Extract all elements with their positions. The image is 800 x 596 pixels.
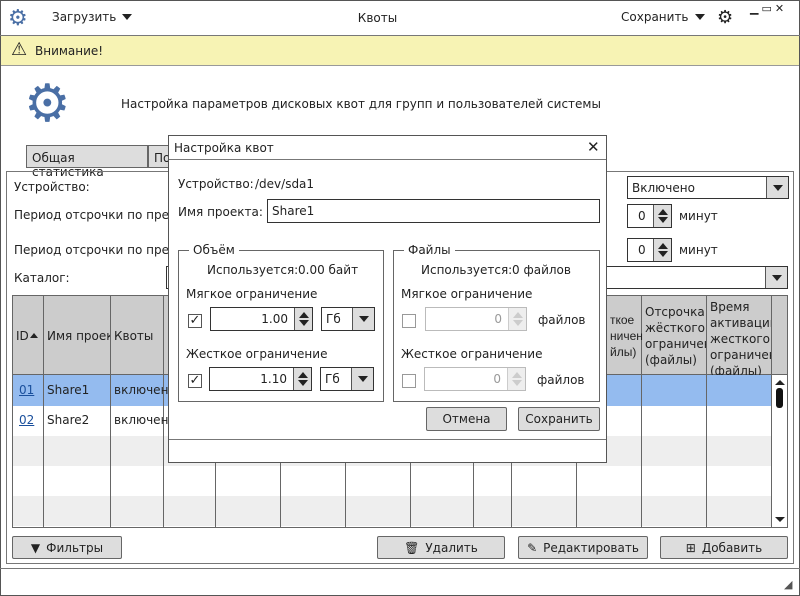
save-label: Сохранить — [621, 10, 689, 24]
files-used-value: 0 файлов — [512, 263, 571, 277]
files-fieldset: Файлы Используется: 0 файлов Мягкое огра… — [393, 243, 600, 402]
volume-soft-input[interactable]: 1.00 — [210, 307, 313, 331]
project-name-value: Share1 — [272, 204, 315, 218]
grace-period-blocks-label: Период отсрочки по превы — [14, 208, 186, 222]
trash-icon: 🗑 — [404, 540, 420, 555]
files-soft-value: 0 — [494, 312, 502, 326]
row-name: Share1 — [47, 383, 90, 397]
grace-period-files-label: Период отсрочки по превы — [14, 243, 186, 257]
save-menu[interactable]: Сохранить — [621, 10, 705, 24]
warning-bar: ⚠ Внимание! — [1, 36, 799, 66]
delete-label: Удалить — [425, 540, 478, 555]
close-icon[interactable]: ✕ — [587, 138, 600, 156]
warning-text: Внимание! — [35, 44, 104, 58]
volume-soft-unit: Гб — [326, 312, 341, 326]
edit-icon: ✎ — [527, 540, 538, 555]
files-hard-value: 0 — [493, 372, 501, 386]
edit-button[interactable]: ✎ Редактировать — [518, 536, 648, 559]
volume-soft-checkbox[interactable]: ✓ — [188, 314, 202, 328]
chevron-down-icon — [771, 274, 782, 281]
filter-icon: ▼ — [30, 540, 41, 555]
files-hard-label: Жесткое ограничение — [401, 347, 543, 361]
volume-soft-label: Мягкое ограничение — [186, 287, 318, 301]
col-header-quotas[interactable]: Квоты — [111, 296, 164, 375]
files-hard-input[interactable]: 0 — [424, 367, 526, 391]
project-name-input[interactable]: Share1 — [267, 199, 600, 223]
dialog-save-button[interactable]: Сохранить — [518, 407, 600, 431]
dialog-cancel-button[interactable]: Отмена — [426, 407, 507, 431]
row-id-link[interactable]: 01 — [19, 383, 34, 397]
dialog-titlebar: Настройка квот ✕ — [169, 136, 606, 160]
grace1-value: 0 — [638, 209, 646, 223]
dialog-device-value: /dev/sda1 — [255, 177, 315, 191]
state-value: Включено — [632, 181, 695, 195]
settings-gear-icon[interactable]: ⚙ — [717, 7, 733, 28]
row-quota: включен — [114, 383, 169, 397]
filters-label: Фильтры — [46, 540, 104, 555]
grace2-unit: минут — [679, 243, 718, 257]
warning-icon: ⚠ — [11, 39, 28, 60]
volume-hard-value: 1.10 — [260, 372, 287, 386]
quota-settings-dialog: Настройка квот ✕ Устройство: /dev/sda1 И… — [168, 135, 607, 463]
files-soft-input[interactable]: 0 — [425, 307, 527, 331]
volume-soft-value: 1.00 — [261, 312, 288, 326]
grace1-spinner[interactable]: 0 — [627, 204, 672, 228]
chevron-down-icon — [772, 184, 783, 191]
dialog-device-label: Устройство: — [178, 177, 254, 191]
volume-hard-checkbox[interactable]: ✓ — [188, 374, 202, 388]
title-bar: ⚙ Загрузить Квоты Сохранить ⚙ ▁▭✕ — [0, 0, 800, 36]
row-id-link[interactable]: 02 — [19, 413, 34, 427]
col-header-hard-activation-files[interactable]: Время активации жесткого ограничен (файл… — [707, 296, 772, 375]
save-label: Сохранить — [525, 412, 593, 426]
files-used-label: Используется: — [421, 263, 513, 277]
add-label: Добавить — [701, 540, 763, 555]
row-quota: включен — [114, 413, 169, 427]
cancel-label: Отмена — [442, 412, 491, 426]
volume-used-label: Используется: — [207, 263, 299, 277]
header-text: Настройка параметров дисковых квот для г… — [121, 97, 601, 111]
table-scrollbar[interactable] — [772, 375, 787, 527]
volume-hard-label: Жесткое ограничение — [186, 347, 328, 361]
volume-hard-unit: Гб — [325, 372, 340, 386]
status-divider — [0, 568, 800, 569]
chevron-down-icon — [694, 14, 705, 20]
edit-label: Редактировать — [543, 540, 639, 555]
device-label: Устройство: — [14, 180, 90, 194]
row-name: Share2 — [47, 413, 90, 427]
resize-grip-icon[interactable]: ◢ — [784, 578, 792, 591]
grace2-spinner[interactable]: 0 — [627, 238, 672, 262]
plus-icon: ⊞ — [685, 540, 696, 555]
window-controls[interactable]: ▁▭✕ — [750, 2, 787, 15]
grace2-value: 0 — [638, 243, 646, 257]
volume-soft-unit-select[interactable]: Гб — [321, 307, 375, 331]
col-header-hard-grace-files[interactable]: Отсрочка жёсткого ограничен (файлы) — [642, 296, 707, 375]
grace1-unit: минут — [679, 209, 718, 223]
col-header-name[interactable]: Имя проек — [44, 296, 111, 375]
files-hard-checkbox[interactable] — [402, 374, 416, 388]
project-name-label: Имя проекта: — [178, 205, 263, 219]
dialog-title: Настройка квот — [174, 141, 274, 155]
add-button[interactable]: ⊞ Добавить — [660, 536, 788, 559]
tab-general-stats[interactable]: Общая статистика — [26, 145, 148, 179]
state-select[interactable]: Включено — [627, 176, 789, 199]
dialog-footer-divider — [169, 439, 606, 440]
scrollbar-thumb[interactable] — [776, 388, 783, 408]
volume-legend: Объём — [189, 243, 239, 257]
catalog-label: Каталог: — [14, 271, 70, 285]
volume-hard-input[interactable]: 1.10 — [209, 367, 312, 391]
files-legend: Файлы — [404, 243, 455, 257]
delete-button[interactable]: 🗑 Удалить — [377, 536, 505, 559]
files-hard-unit: файлов — [537, 373, 585, 387]
col-header-id[interactable]: ID — [13, 296, 44, 375]
files-soft-unit: файлов — [538, 313, 586, 327]
files-soft-label: Мягкое ограничение — [401, 287, 533, 301]
filters-button[interactable]: ▼ Фильтры — [12, 536, 122, 559]
col-header-hard-files[interactable]: ткое ничен йлы) — [609, 296, 643, 375]
files-soft-checkbox[interactable] — [402, 314, 416, 328]
header-gears-icon: ⚙ — [24, 74, 71, 134]
volume-used-value: 0.00 байт — [298, 263, 359, 277]
volume-fieldset: Объём Используется: 0.00 байт Мягкое огр… — [178, 243, 384, 402]
volume-hard-unit-select[interactable]: Гб — [320, 367, 374, 391]
